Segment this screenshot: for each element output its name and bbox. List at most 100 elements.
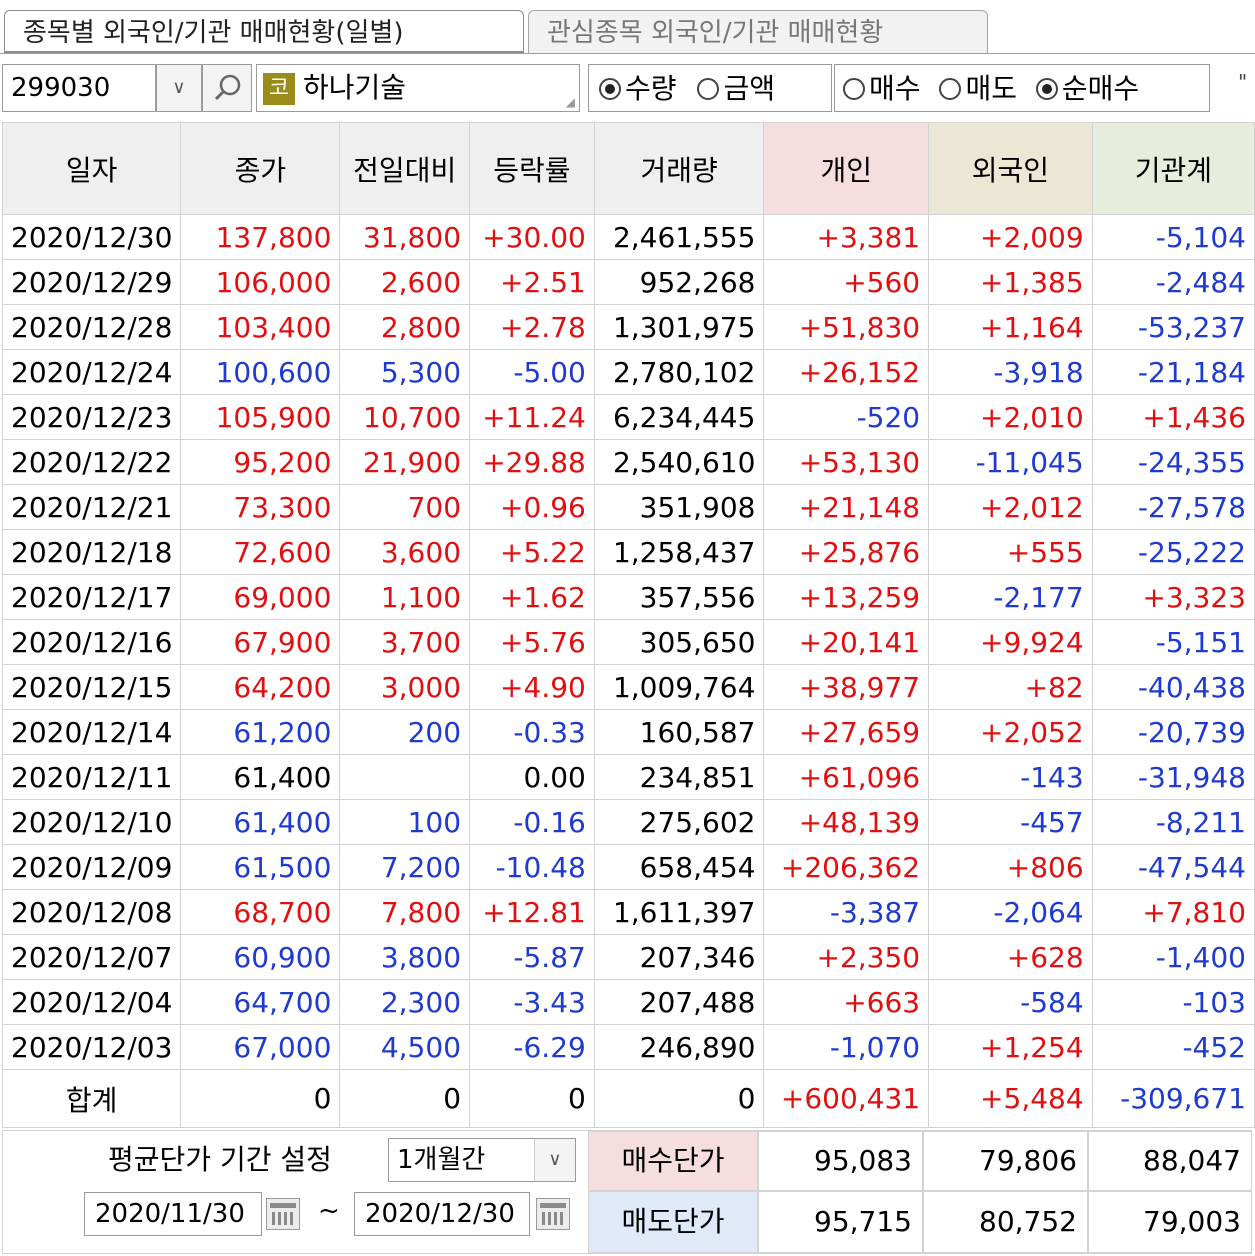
table-row[interactable]: 2020/12/10 61,400 100 -0.16 275,602 +48,139 -4… (1, 799, 1255, 845)
row-date: 2020/12/15 (1, 664, 182, 710)
row-foreign: -143 (928, 754, 1093, 800)
calendar-icon[interactable] (536, 1198, 570, 1230)
row-rate: +29.88 (469, 439, 595, 485)
from-date-input[interactable]: 2020/11/30 (84, 1192, 262, 1236)
row-date: 2020/12/29 (1, 259, 182, 305)
row-close: 95,200 (180, 439, 341, 485)
col-volume-header[interactable]: 거래량 (593, 122, 765, 215)
toolbar-overflow-mark: " (1238, 70, 1248, 94)
tab-divider (0, 53, 1255, 54)
tab-watchlist-foreign-institution[interactable]: 관심종목 외국인/기관 매매현황 (528, 10, 988, 54)
row-foreign: -2,064 (928, 889, 1093, 935)
row-volume: 2,540,610 (593, 439, 765, 485)
table-row[interactable]: 2020/12/21 73,300 700 +0.96 351,908 +21,148 +2… (1, 484, 1255, 530)
table-row[interactable]: 2020/12/23 105,900 10,700 +11.24 6,234,445 -5… (1, 394, 1255, 440)
search-button[interactable] (202, 64, 252, 112)
row-individual: +53,130 (763, 439, 930, 485)
col-institution-header[interactable]: 기관계 (1091, 122, 1255, 215)
chevron-down-icon: ∨ (534, 1139, 575, 1181)
stock-code-dropdown-button[interactable]: ∨ (156, 64, 202, 112)
row-individual: +3,381 (763, 214, 930, 260)
row-foreign: +9,924 (928, 619, 1093, 665)
table-row[interactable]: 2020/12/04 64,700 2,300 -3.43 207,488 +663 -58… (1, 979, 1255, 1025)
row-foreign: +82 (928, 664, 1093, 710)
radio-quantity[interactable]: 수량 (599, 71, 677, 105)
row-foreign: +1,385 (928, 259, 1093, 305)
row-rate: -10.48 (469, 844, 595, 890)
row-individual: -3,387 (763, 889, 930, 935)
row-volume: 2,780,102 (593, 349, 765, 395)
row-date: 2020/12/22 (1, 439, 182, 485)
table-row[interactable]: 2020/12/16 67,900 3,700 +5.76 305,650 +20,141… (1, 619, 1255, 665)
row-date: 2020/12/04 (1, 979, 182, 1025)
row-date: 2020/12/03 (1, 1024, 182, 1070)
radio-net-buy[interactable]: 순매수 (1035, 71, 1139, 105)
col-rate-header[interactable]: 등락률 (469, 122, 595, 215)
row-individual: +61,096 (763, 754, 930, 800)
table-row[interactable]: 2020/12/17 69,000 1,100 +1.62 357,556 +13,259… (1, 574, 1255, 620)
row-change: 2,300 (339, 979, 471, 1025)
table-row[interactable]: 2020/12/14 61,200 200 -0.33 160,587 +27,659 +2… (1, 709, 1255, 755)
row-institution: -31,948 (1091, 754, 1255, 800)
to-date-input[interactable]: 2020/12/30 (354, 1192, 530, 1236)
row-foreign: +1,164 (928, 304, 1093, 350)
row-close: 100,600 (180, 349, 341, 395)
row-change: 700 (339, 484, 471, 530)
row-foreign: +2,010 (928, 394, 1093, 440)
calendar-icon[interactable] (266, 1198, 300, 1230)
table-row[interactable]: 2020/12/22 95,200 21,900 +29.88 2,540,610 +53… (1, 439, 1255, 485)
row-close: 61,200 (180, 709, 341, 755)
total-change: 0 (339, 1069, 471, 1128)
col-date-header[interactable]: 일자 (1, 122, 182, 215)
row-institution: -5,151 (1091, 619, 1255, 665)
row-change: 31,800 (339, 214, 471, 260)
row-rate: +2.78 (469, 304, 595, 350)
col-close-header[interactable]: 종가 (180, 122, 341, 215)
row-date: 2020/12/08 (1, 889, 182, 935)
table-row[interactable]: 2020/12/07 60,900 3,800 -5.87 207,346 +2,350 +… (1, 934, 1255, 980)
table-row[interactable]: 2020/12/30 137,800 31,800 +30.00 2,461,555 +3… (1, 214, 1255, 260)
row-foreign: +2,052 (928, 709, 1093, 755)
total-individual: +600,431 (763, 1069, 930, 1128)
row-date: 2020/12/07 (1, 934, 182, 980)
row-foreign: +806 (928, 844, 1093, 890)
col-foreign-header[interactable]: 외국인 (928, 122, 1093, 215)
row-rate: +11.24 (469, 394, 595, 440)
radio-checked-icon (1035, 78, 1058, 100)
avg-period-select[interactable]: 1개월간 ∨ (388, 1138, 576, 1182)
table-row[interactable]: 2020/12/08 68,700 7,800 +12.81 1,611,397 -3,3… (1, 889, 1255, 935)
row-volume: 305,650 (593, 619, 765, 665)
row-institution: -21,184 (1091, 349, 1255, 395)
table-row[interactable]: 2020/12/18 72,600 3,600 +5.22 1,258,437 +25,8… (1, 529, 1255, 575)
col-individual-header[interactable]: 개인 (763, 122, 930, 215)
table-row[interactable]: 2020/12/15 64,200 3,000 +4.90 1,009,764 +38,9… (1, 664, 1255, 710)
table-row[interactable]: 2020/12/29 106,000 2,600 +2.51 952,268 +560 +1… (1, 259, 1255, 305)
row-foreign: +2,009 (928, 214, 1093, 260)
row-date: 2020/12/14 (1, 709, 182, 755)
radio-buy[interactable]: 매수 (843, 71, 921, 105)
radio-amount[interactable]: 금액 (697, 71, 775, 105)
row-foreign: +1,254 (928, 1024, 1093, 1070)
row-rate: +5.76 (469, 619, 595, 665)
row-individual: +27,659 (763, 709, 930, 755)
row-rate: 0.00 (469, 754, 595, 800)
col-change-header[interactable]: 전일대비 (339, 122, 471, 215)
row-institution: -1,400 (1091, 934, 1255, 980)
stock-code-input[interactable]: 299030 (2, 64, 156, 112)
date-range-separator: ~ (318, 1196, 340, 1226)
table-row[interactable]: 2020/12/09 61,500 7,200 -10.48 658,454 +206,3… (1, 844, 1255, 890)
row-rate: -0.33 (469, 709, 595, 755)
row-institution: -5,104 (1091, 214, 1255, 260)
row-change: 10,700 (339, 394, 471, 440)
radio-sell[interactable]: 매도 (939, 71, 1017, 105)
row-volume: 2,461,555 (593, 214, 765, 260)
table-row[interactable]: 2020/12/11 61,400 0.00 234,851 +61,096 -143 -3… (1, 754, 1255, 800)
table-row[interactable]: 2020/12/28 103,400 2,800 +2.78 1,301,975 +51,… (1, 304, 1255, 350)
table-row[interactable]: 2020/12/24 100,600 5,300 -5.00 2,780,102 +26,… (1, 349, 1255, 395)
sell-price-foreign: 80,752 (923, 1191, 1088, 1253)
row-institution: -40,438 (1091, 664, 1255, 710)
table-row[interactable]: 2020/12/03 67,000 4,500 -6.29 246,890 -1,070 +… (1, 1024, 1255, 1070)
radio-unchecked-icon (939, 78, 962, 100)
tab-daily-foreign-institution[interactable]: 종목별 외국인/기관 매매현황(일별) (4, 10, 524, 54)
row-individual: +25,876 (763, 529, 930, 575)
